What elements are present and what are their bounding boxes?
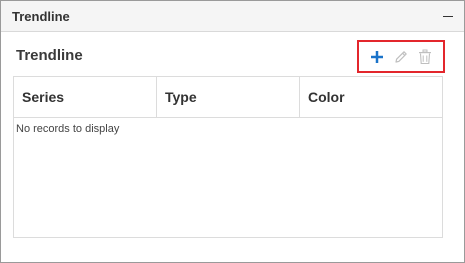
delete-button[interactable] — [415, 47, 435, 67]
empty-grid-message: No records to display — [16, 123, 120, 135]
panel-title: Trendline — [12, 8, 70, 24]
minus-icon — [443, 15, 453, 17]
column-header-color[interactable]: Color — [300, 77, 442, 117]
panel-header: Trendline — [1, 1, 464, 32]
add-button[interactable] — [367, 47, 387, 67]
column-header-series[interactable]: Series — [14, 77, 157, 117]
grid-header: Series Type Color — [14, 77, 442, 118]
collapse-button[interactable] — [442, 9, 454, 23]
section-title: Trendline — [16, 47, 83, 64]
column-header-type[interactable]: Type — [157, 77, 300, 117]
pencil-icon — [395, 50, 407, 63]
trendline-panel: Trendline Trendline Series Type Color No… — [0, 0, 465, 263]
trendline-toolbar — [357, 40, 445, 73]
trendline-grid: Series Type Color No records to display — [13, 76, 443, 238]
plus-icon — [371, 50, 383, 63]
trash-icon — [419, 49, 431, 64]
edit-button[interactable] — [391, 47, 411, 67]
